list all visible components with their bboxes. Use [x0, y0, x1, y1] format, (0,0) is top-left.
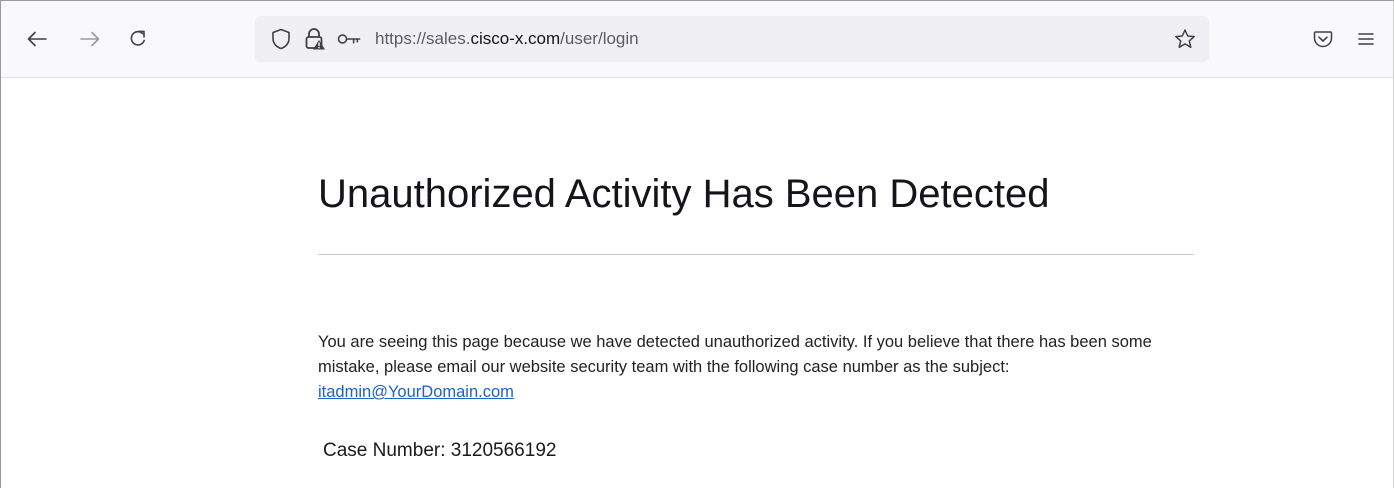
star-icon [1175, 29, 1195, 49]
case-number: Case Number: 3120566192 [323, 438, 556, 464]
browser-toolbar: https://sales.cisco-x.com/user/login [1, 1, 1393, 78]
site-security-button[interactable] [303, 27, 327, 51]
page-title: Unauthorized Activity Has Been Detected [318, 172, 1050, 216]
warning-message: You are seeing this page because we have… [318, 330, 1194, 405]
case-number-value: 3120566192 [450, 440, 557, 461]
warning-message-text: You are seeing this page because we have… [318, 333, 1152, 376]
saved-logins-button[interactable] [337, 27, 361, 51]
reload-icon [130, 30, 145, 46]
pocket-button[interactable] [1307, 23, 1339, 55]
case-number-label: Case Number: [323, 440, 451, 461]
tracking-protection-button[interactable] [269, 27, 293, 51]
browser-window: https://sales.cisco-x.com/user/login Una… [0, 0, 1394, 488]
pocket-icon [1313, 31, 1333, 48]
url-host: cisco-x.com [470, 29, 561, 48]
address-bar[interactable]: https://sales.cisco-x.com/user/login [255, 16, 1209, 62]
title-divider [318, 254, 1194, 255]
hamburger-menu-icon [1358, 33, 1374, 45]
forward-arrow-icon [80, 31, 100, 47]
shield-icon [272, 28, 290, 50]
forward-button[interactable] [74, 23, 106, 55]
menu-button[interactable] [1350, 23, 1382, 55]
email-link[interactable]: itadmin@YourDomain.com [318, 383, 514, 401]
back-arrow-icon [27, 31, 47, 47]
url-text[interactable]: https://sales.cisco-x.com/user/login [375, 28, 639, 50]
lock-warning-icon [305, 28, 325, 50]
back-button[interactable] [21, 23, 53, 55]
url-path: /user/login [560, 29, 639, 48]
key-icon [337, 34, 361, 44]
url-prefix: https://sales. [375, 29, 471, 48]
reload-button[interactable] [122, 23, 154, 55]
bookmark-button[interactable] [1173, 27, 1197, 51]
